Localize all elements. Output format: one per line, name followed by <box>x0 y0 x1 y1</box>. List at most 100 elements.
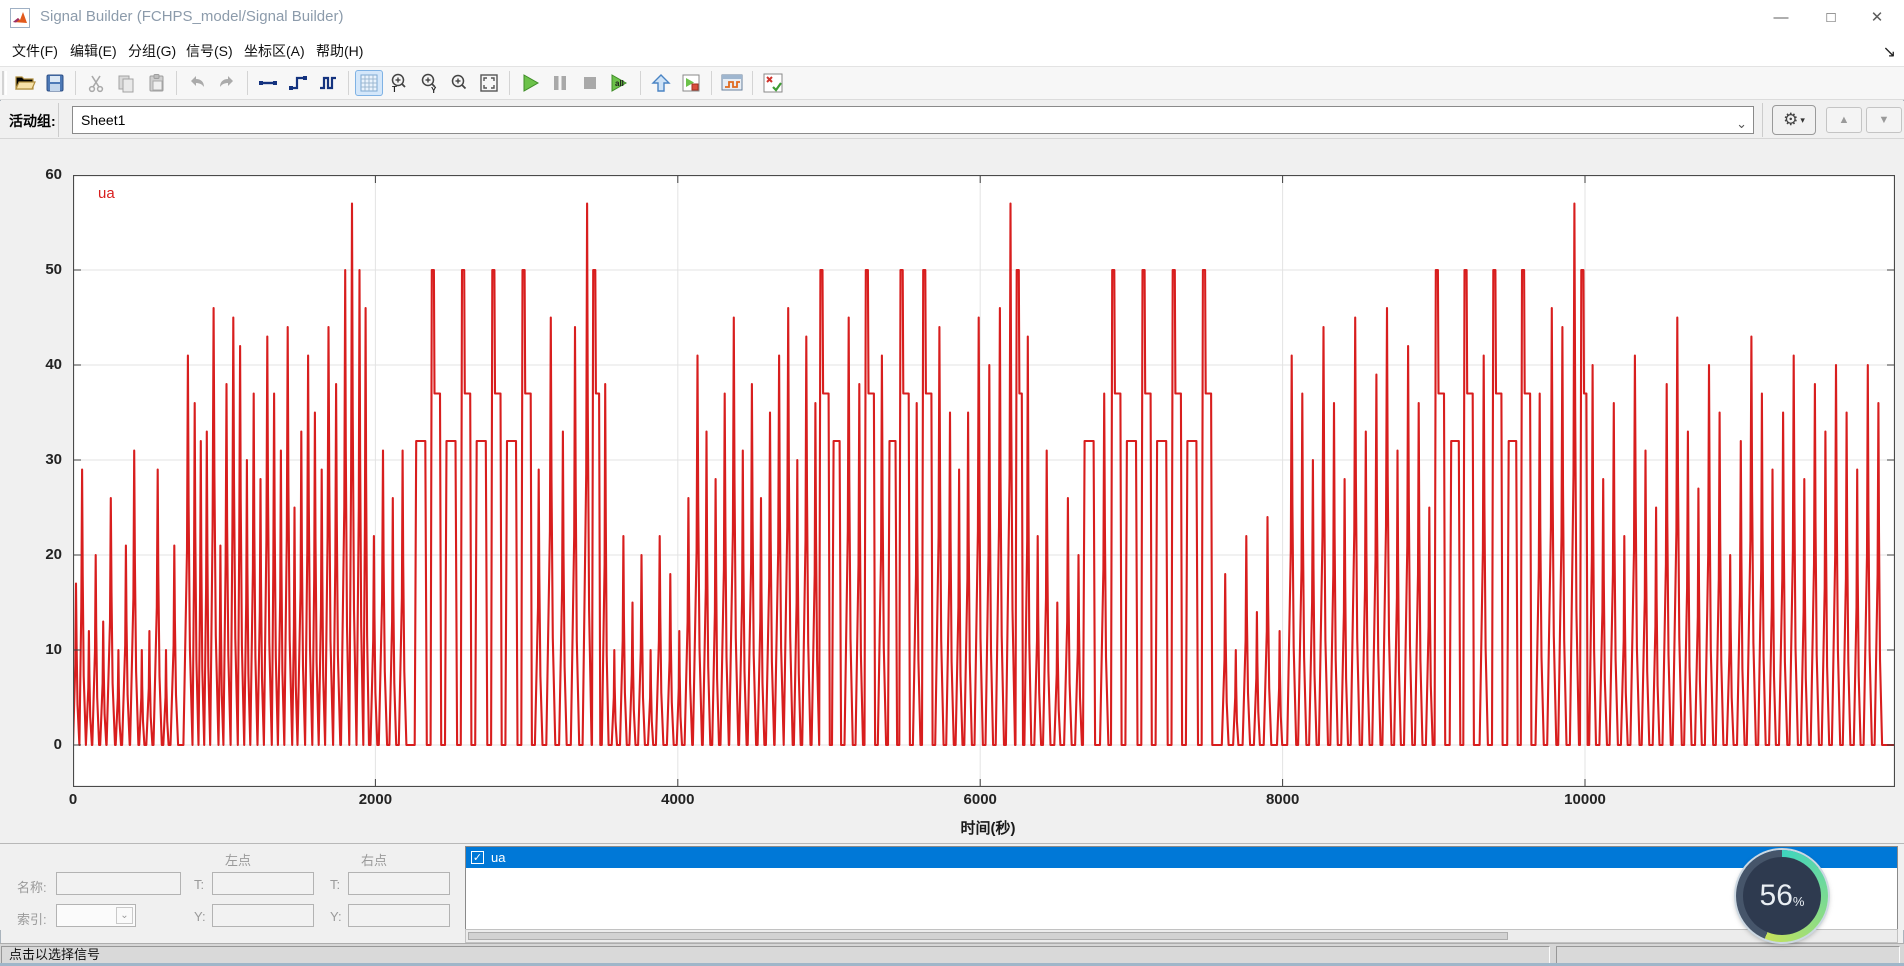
active-group-value: Sheet1 <box>81 112 125 128</box>
move-group-down-button[interactable]: ▼ <box>1866 107 1902 133</box>
right-t-field[interactable] <box>348 872 450 895</box>
redo-icon <box>216 72 238 94</box>
zoom-in-button[interactable] <box>445 70 473 96</box>
minimize-button[interactable]: — <box>1758 0 1804 34</box>
undo-button[interactable] <box>183 70 211 96</box>
toolbar-separator <box>640 71 641 95</box>
pause-icon <box>550 73 570 93</box>
toolbar-separator <box>176 71 177 95</box>
x-tick-label: 6000 <box>940 791 1020 808</box>
horizontal-scrollbar[interactable] <box>465 929 1898 943</box>
plot-area[interactable] <box>73 175 1895 787</box>
save-button[interactable] <box>41 70 69 96</box>
battery-percent-circle: 56 % <box>1743 857 1821 935</box>
zoom-y-button[interactable]: Y <box>415 70 443 96</box>
active-group-combo[interactable]: Sheet1 ⌄ <box>72 106 1754 134</box>
toolbar-separator <box>348 71 349 95</box>
chevron-down-icon: ▾ <box>1800 115 1805 126</box>
signal-list-row-ua[interactable]: ✓ ua <box>466 847 1897 868</box>
save-icon <box>45 73 65 93</box>
toolbar-separator <box>247 71 248 95</box>
signal-label-ua[interactable]: ua <box>98 185 115 202</box>
x-tick-label: 0 <box>33 791 113 808</box>
zoom-in-icon <box>448 72 470 94</box>
up-triangle-icon: ▲ <box>1839 114 1850 126</box>
toolbar-overflow-icon[interactable]: ↘ <box>1883 42 1896 62</box>
percent-sign: % <box>1793 894 1805 909</box>
up-arrow-icon <box>650 72 672 94</box>
svg-text:T: T <box>392 85 397 94</box>
signal-row-label: ua <box>491 850 505 865</box>
toolbar-separator <box>752 71 753 95</box>
checkbox-checked-icon[interactable]: ✓ <box>471 851 484 864</box>
fit-view-icon <box>478 72 500 94</box>
left-y-field[interactable] <box>212 904 314 927</box>
run-icon <box>519 72 541 94</box>
active-group-label: 活动组: <box>9 111 56 131</box>
cut-button[interactable] <box>82 70 110 96</box>
y-tick-label: 0 <box>0 736 62 753</box>
menu-axes[interactable]: 坐标区(A) <box>238 40 311 62</box>
chevron-down-icon[interactable]: ⌄ <box>116 907 133 924</box>
status-right-panel <box>1556 946 1900 964</box>
scope-icon <box>720 72 744 94</box>
fit-to-view-button[interactable] <box>475 70 503 96</box>
go-to-parent-button[interactable] <box>647 70 675 96</box>
run-all-button[interactable]: all <box>606 70 634 96</box>
scissors-icon <box>86 73 106 93</box>
active-group-bar: 活动组: Sheet1 ⌄ ⚙ ▾ ▲ ▼ <box>0 101 1904 139</box>
stop-button[interactable] <box>576 70 604 96</box>
menu-bar: 文件(F) 编辑(E) 分组(G) 信号(S) 坐标区(A) 帮助(H) ↘ <box>0 36 1904 66</box>
menu-file[interactable]: 文件(F) <box>6 40 64 62</box>
menu-help[interactable]: 帮助(H) <box>310 40 369 62</box>
paste-icon <box>146 73 166 93</box>
index-dropdown[interactable]: ⌄ <box>56 904 136 927</box>
battery-percent-value: 56 <box>1760 879 1793 913</box>
simulink-run-icon <box>680 72 702 94</box>
x-tick-label: 2000 <box>335 791 415 808</box>
paste-button[interactable] <box>142 70 170 96</box>
maximize-button[interactable]: □ <box>1808 0 1854 34</box>
open-model-button[interactable] <box>677 70 705 96</box>
menu-edit[interactable]: 编辑(E) <box>64 40 123 62</box>
y-tick-label: 60 <box>0 166 62 183</box>
name-field[interactable] <box>56 872 181 895</box>
run-button[interactable] <box>516 70 544 96</box>
zoom-y-icon: Y <box>418 72 440 94</box>
redo-button[interactable] <box>213 70 241 96</box>
x-tick-label: 4000 <box>638 791 718 808</box>
copy-button[interactable] <box>112 70 140 96</box>
right-y-field[interactable] <box>348 904 450 927</box>
output-settings-button[interactable] <box>759 70 787 96</box>
draw-line-mode-button[interactable] <box>254 70 282 96</box>
gear-icon: ⚙ <box>1783 110 1798 130</box>
close-button[interactable]: ✕ <box>1854 0 1900 34</box>
menu-signal[interactable]: 信号(S) <box>180 40 239 62</box>
signal-list[interactable]: ✓ ua <box>465 846 1898 930</box>
y-tick-label: 50 <box>0 261 62 278</box>
toolbar-separator <box>75 71 76 95</box>
zoom-time-button[interactable]: T <box>385 70 413 96</box>
right-y-label: Y: <box>330 909 342 924</box>
scrollbar-thumb[interactable] <box>468 932 1508 940</box>
y-tick-label: 30 <box>0 451 62 468</box>
left-point-header: 左点 <box>208 850 268 869</box>
chevron-down-icon[interactable]: ⌄ <box>1736 111 1747 137</box>
draw-pulse-mode-button[interactable] <box>314 70 342 96</box>
open-button[interactable] <box>11 70 39 96</box>
signal-plot[interactable] <box>73 175 1895 787</box>
matlab-app-icon <box>10 8 30 28</box>
draw-step-mode-button[interactable] <box>284 70 312 96</box>
divider <box>1762 103 1763 137</box>
zoom-x-icon: T <box>388 72 410 94</box>
x-tick-label: 8000 <box>1243 791 1323 808</box>
move-group-up-button[interactable]: ▲ <box>1826 107 1862 133</box>
menu-group[interactable]: 分组(G) <box>122 40 182 62</box>
left-t-label: T: <box>194 877 204 892</box>
figure-area: ua 0102030405060 0200040006000800010000 … <box>0 139 1904 843</box>
left-t-field[interactable] <box>212 872 314 895</box>
pause-button[interactable] <box>546 70 574 96</box>
snap-grid-button[interactable] <box>355 70 383 96</box>
signal-display-button[interactable] <box>718 70 746 96</box>
group-settings-button[interactable]: ⚙ ▾ <box>1772 105 1816 135</box>
